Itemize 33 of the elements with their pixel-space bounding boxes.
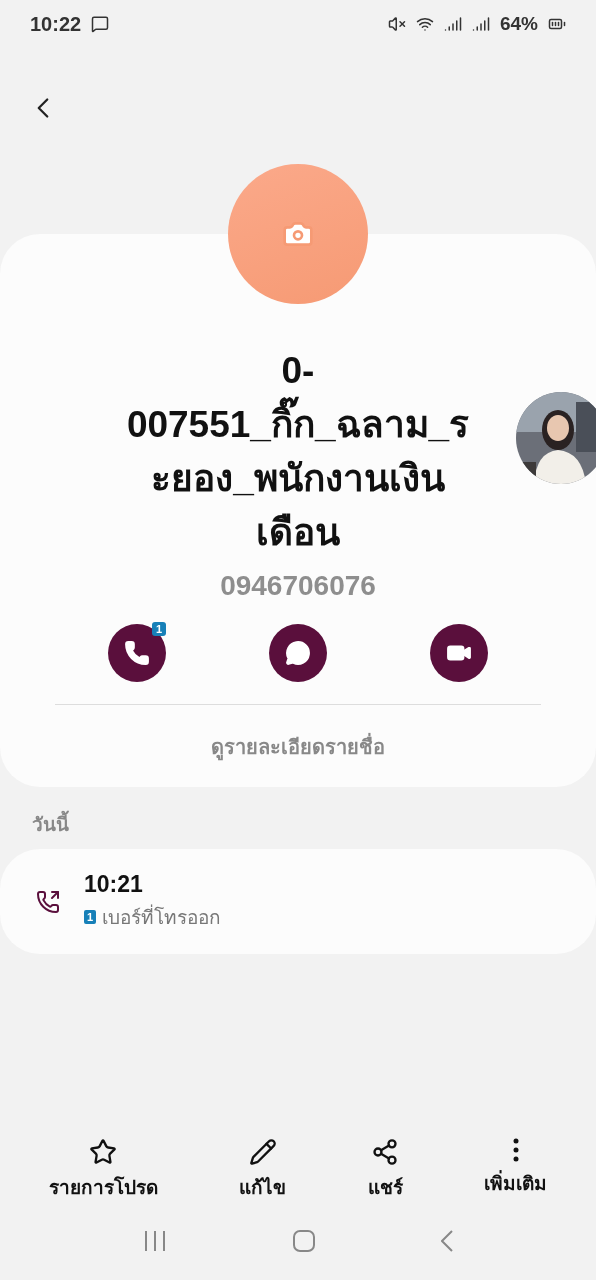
- mute-icon: [387, 15, 406, 33]
- contact-name: 0-007551_กิ๊ก_ฉลาม_ระยอง_พนักงานเงินเดือน: [125, 349, 471, 555]
- notification-icon: [91, 15, 110, 33]
- call-time: 10:21: [84, 871, 144, 898]
- pencil-icon: [248, 1138, 277, 1166]
- star-icon: [89, 1138, 118, 1166]
- more-button[interactable]: เพิ่มเติม: [484, 1138, 548, 1202]
- battery-percent: 64%: [499, 13, 538, 35]
- back-icon: [441, 1230, 454, 1252]
- signal-icon: [471, 15, 490, 33]
- call-log-item[interactable]: 10:21 1 เบอร์ที่โทรออก: [0, 849, 596, 954]
- sim-badge: 1: [151, 622, 166, 636]
- edit-button[interactable]: แก้ไข: [239, 1138, 287, 1202]
- video-call-button[interactable]: [430, 624, 488, 682]
- section-heading: วันนี้: [32, 809, 596, 839]
- call-type: เบอร์ที่โทรออก: [102, 902, 222, 932]
- wifi-icon: [415, 15, 434, 33]
- sim-badge: 1: [84, 910, 97, 924]
- message-button[interactable]: [269, 624, 327, 682]
- phone-icon: [124, 640, 150, 666]
- outgoing-call-icon: [36, 889, 60, 914]
- share-icon: [371, 1138, 400, 1166]
- signal-icon: [443, 15, 462, 33]
- recents-button[interactable]: [142, 1230, 167, 1252]
- chat-bubble-icon: [285, 640, 311, 666]
- share-button[interactable]: แชร์: [367, 1138, 403, 1202]
- status-time: 10:22: [30, 12, 82, 36]
- back-nav-button[interactable]: [441, 1230, 454, 1252]
- favorites-button[interactable]: รายการโปรด: [48, 1138, 158, 1202]
- phone-number: 0946706076: [220, 570, 376, 602]
- home-button[interactable]: [292, 1229, 316, 1253]
- more-icon: [512, 1138, 519, 1162]
- call-button[interactable]: 1: [108, 624, 166, 682]
